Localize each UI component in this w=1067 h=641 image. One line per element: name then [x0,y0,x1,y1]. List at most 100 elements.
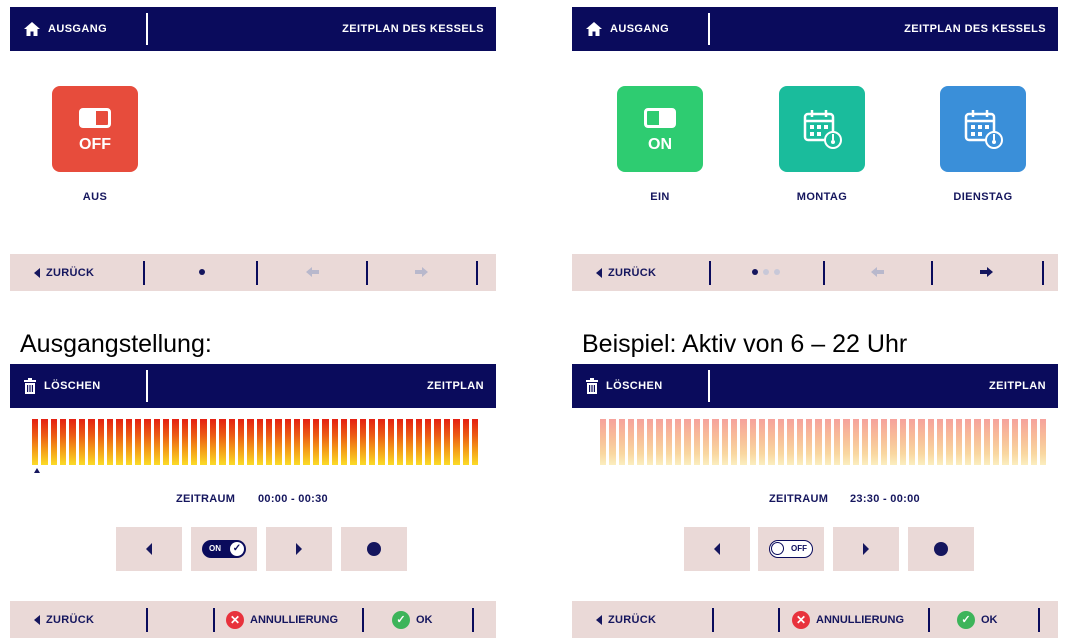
time-slot-bar[interactable] [144,419,151,465]
time-slot-bar[interactable] [908,419,916,465]
time-slot-bar[interactable] [805,419,813,465]
time-slot-bar[interactable] [955,419,963,465]
time-slot-bar[interactable] [871,419,878,465]
exit-button[interactable]: AUSGANG [24,7,107,51]
time-bars[interactable] [32,419,479,465]
cancel-button[interactable]: ✕ ANNULLIERUNG [226,601,338,638]
time-slot-bar[interactable] [787,419,794,465]
time-slot-bar[interactable] [153,419,161,465]
tile-tuesday[interactable] [940,86,1026,172]
time-slot-bar[interactable] [993,419,1000,465]
time-slot-bar[interactable] [415,419,423,465]
delete-button[interactable]: LÖSCHEN [586,364,663,408]
time-slot-bar[interactable] [41,419,48,465]
tile-on[interactable]: ON [617,86,703,172]
time-slot-bar[interactable] [843,419,850,465]
toggle-button[interactable]: ON ✓ [191,527,257,571]
time-slot-bar[interactable] [88,419,95,465]
time-slot-bar[interactable] [359,419,366,465]
time-slot-bar[interactable] [106,419,114,465]
ok-button[interactable]: ✓ OK [957,601,998,638]
time-slot-bar[interactable] [628,419,635,465]
time-slot-bar[interactable] [228,419,235,465]
time-slot-bar[interactable] [721,419,729,465]
time-slot-bar[interactable] [247,419,254,465]
time-slot-bar[interactable] [209,419,217,465]
prev-slot-button[interactable] [684,527,750,571]
time-slot-bar[interactable] [275,419,282,465]
time-slot-bar[interactable] [453,419,460,465]
time-slot-bar[interactable] [265,419,273,465]
time-slot-bar[interactable] [50,419,58,465]
time-slot-bar[interactable] [191,419,198,465]
time-slot-bar[interactable] [712,419,719,465]
time-slot-bar[interactable] [397,419,404,465]
time-slot-bar[interactable] [665,419,672,465]
time-slot-bar[interactable] [777,419,785,465]
next-page-arrow-icon[interactable] [414,266,428,278]
toggle-button[interactable]: OFF [758,527,824,571]
time-slot-bar[interactable] [815,419,822,465]
next-slot-button[interactable] [266,527,332,571]
time-slot-bar[interactable] [833,419,841,465]
time-slot-bar[interactable] [125,419,132,465]
time-slot-bar[interactable] [974,419,981,465]
time-slot-bar[interactable] [824,419,831,465]
time-slot-bar[interactable] [796,419,803,465]
time-slot-bar[interactable] [425,419,432,465]
time-slot-bar[interactable] [331,419,338,465]
time-slot-bar[interactable] [880,419,888,465]
ok-button[interactable]: ✓ OK [392,601,433,638]
time-slot-bar[interactable] [378,419,385,465]
exit-button[interactable]: AUSGANG [586,7,669,51]
time-slot-bar[interactable] [946,419,953,465]
delete-button[interactable]: LÖSCHEN [24,364,101,408]
time-slot-bar[interactable] [637,419,644,465]
time-slot-bar[interactable] [646,419,654,465]
time-slot-bar[interactable] [462,419,469,465]
time-slot-bar[interactable] [1030,419,1037,465]
time-slot-bar[interactable] [294,419,301,465]
time-slot-bar[interactable] [322,419,329,465]
time-slot-bar[interactable] [69,419,76,465]
time-slot-bar[interactable] [350,419,357,465]
time-slot-bar[interactable] [312,419,320,465]
time-slot-bar[interactable] [78,419,86,465]
time-slot-bar[interactable] [1002,419,1009,465]
tile-off[interactable]: OFF [52,86,138,172]
time-slot-bar[interactable] [387,419,395,465]
time-slot-bar[interactable] [406,419,413,465]
time-slot-bar[interactable] [1011,419,1019,465]
time-slot-bar[interactable] [918,419,925,465]
time-slot-bar[interactable] [759,419,766,465]
time-slot-bar[interactable] [890,419,897,465]
time-slot-bar[interactable] [200,419,207,465]
time-slot-bar[interactable] [163,419,170,465]
record-button[interactable] [341,527,407,571]
time-slot-bar[interactable] [749,419,757,465]
time-slot-bar[interactable] [219,419,226,465]
time-slot-bar[interactable] [740,419,747,465]
time-slot-bar[interactable] [983,419,991,465]
time-slot-bar[interactable] [618,419,626,465]
time-slot-bar[interactable] [862,419,869,465]
time-slot-bar[interactable] [674,419,682,465]
time-slot-bar[interactable] [443,419,451,465]
time-slot-bar[interactable] [32,419,39,465]
time-slot-bar[interactable] [434,419,441,465]
time-slot-bar[interactable] [965,419,972,465]
time-slot-bar[interactable] [237,419,245,465]
time-slot-bar[interactable] [684,419,691,465]
time-slot-bar[interactable] [768,419,775,465]
time-slot-bar[interactable] [181,419,189,465]
back-button[interactable]: ZURÜCK [596,254,656,291]
time-slot-bar[interactable] [927,419,934,465]
prev-page-arrow-icon[interactable] [306,266,320,278]
time-slot-bar[interactable] [303,419,310,465]
time-slot-bar[interactable] [60,419,67,465]
time-bars[interactable] [600,419,1047,465]
time-slot-bar[interactable] [340,419,348,465]
time-slot-bar[interactable] [731,419,738,465]
time-slot-bar[interactable] [97,419,104,465]
time-slot-bar[interactable] [693,419,700,465]
